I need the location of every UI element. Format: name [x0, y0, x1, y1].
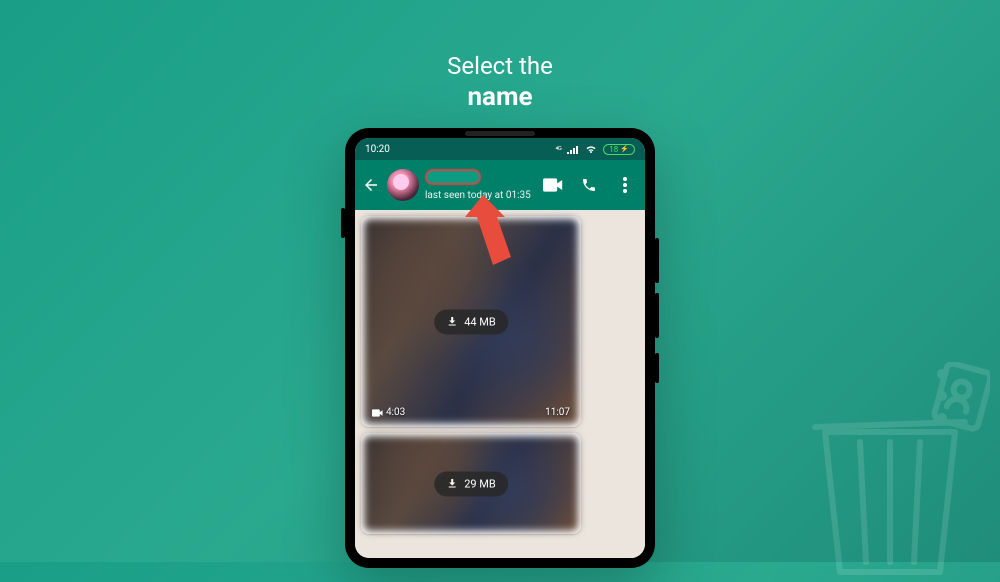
contact-avatar[interactable]	[387, 169, 419, 201]
status-right: ⁴ᴳ 18⚡	[555, 144, 635, 155]
download-button[interactable]: 29 MB	[434, 471, 508, 496]
phone-side-button	[655, 293, 659, 338]
video-duration: 4:03	[372, 407, 405, 418]
message-bubble[interactable]: 29 MB	[361, 433, 581, 534]
phone-side-button	[655, 353, 659, 383]
last-seen-text: last seen today at 01:35	[425, 190, 537, 201]
header-actions	[543, 175, 639, 195]
phone-screen: 10:20 ⁴ᴳ 18⚡ last seen today at 01:35	[355, 138, 645, 558]
download-icon	[446, 316, 458, 328]
phone-side-button	[655, 238, 659, 283]
voice-call-button[interactable]	[579, 175, 599, 195]
signal-icon	[567, 144, 579, 154]
video-icon	[372, 409, 383, 417]
earpiece	[465, 131, 535, 136]
phone-side-button	[341, 208, 345, 238]
message-time: 11:07	[545, 407, 570, 418]
chat-header: last seen today at 01:35	[355, 160, 645, 210]
back-button[interactable]	[361, 175, 381, 195]
phone-frame: 10:20 ⁴ᴳ 18⚡ last seen today at 01:35	[345, 128, 655, 568]
video-call-button[interactable]	[543, 175, 563, 195]
headline-line1: Select the	[0, 52, 1000, 80]
download-size: 44 MB	[464, 315, 496, 328]
download-button[interactable]: 44 MB	[434, 309, 508, 334]
more-options-button[interactable]	[615, 175, 635, 195]
media-attachment[interactable]: 44 MB 4:03 11:07	[364, 219, 578, 424]
status-bar: 10:20 ⁴ᴳ 18⚡	[355, 138, 645, 160]
volte-icon: ⁴ᴳ	[555, 145, 561, 154]
media-attachment[interactable]: 29 MB	[364, 436, 578, 531]
decorative-trash-icon	[790, 362, 990, 582]
contact-name[interactable]	[425, 169, 481, 185]
battery-indicator: 18⚡	[603, 144, 635, 155]
chat-body[interactable]: 44 MB 4:03 11:07	[355, 210, 645, 558]
download-icon	[446, 478, 458, 490]
headline-line2: name	[0, 82, 1000, 112]
download-size: 29 MB	[464, 477, 496, 490]
status-time: 10:20	[365, 144, 390, 155]
message-bubble[interactable]: 44 MB 4:03 11:07	[361, 216, 581, 427]
instruction-headline: Select the name	[0, 52, 1000, 112]
contact-info[interactable]: last seen today at 01:35	[425, 169, 537, 201]
wifi-icon	[585, 144, 597, 154]
